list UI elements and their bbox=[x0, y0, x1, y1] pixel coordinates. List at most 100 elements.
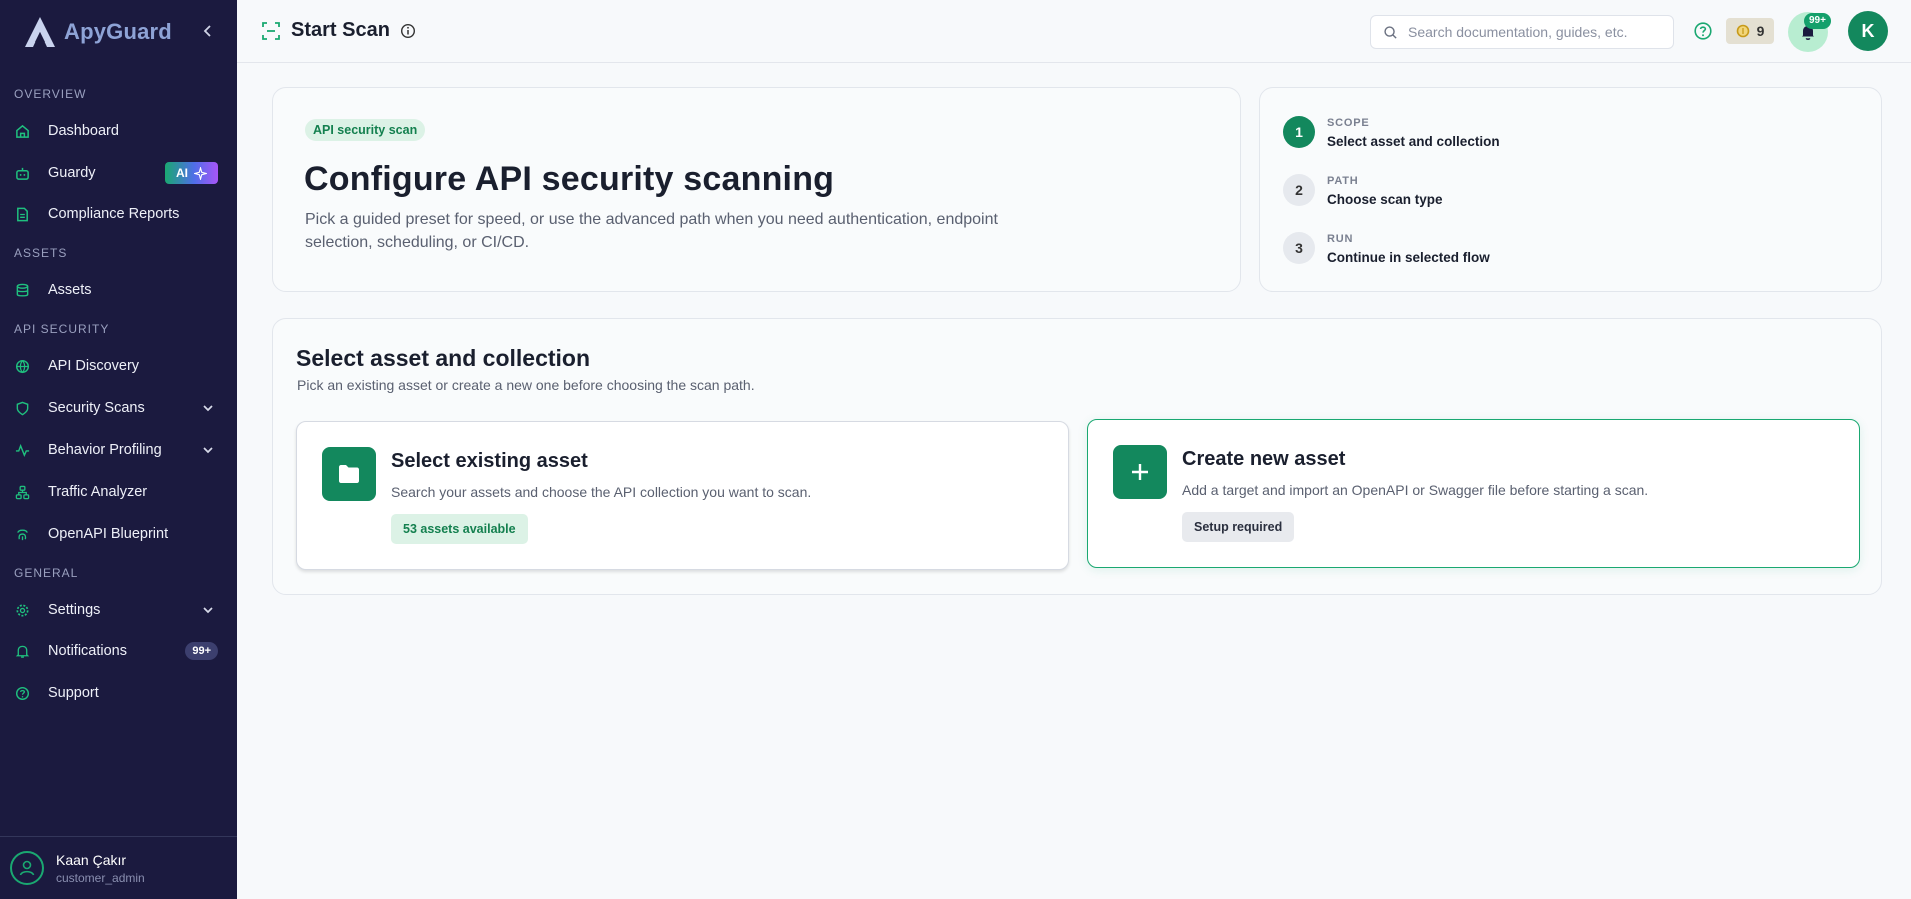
sidebar-item-assets[interactable]: Assets bbox=[0, 272, 237, 308]
topbar: Start Scan 9 99+ K bbox=[237, 0, 1911, 63]
scope-title: Select asset and collection bbox=[296, 345, 591, 371]
sidebar-item-label: Settings bbox=[48, 602, 101, 618]
user-name: Kaan Çakır bbox=[56, 851, 127, 868]
search-input[interactable] bbox=[1408, 24, 1653, 40]
setup-required-chip: Setup required bbox=[1182, 512, 1295, 542]
option-description: Search your assets and choose the API co… bbox=[391, 484, 812, 500]
sidebar-item-support[interactable]: Support bbox=[0, 675, 237, 711]
chevron-down-icon bbox=[203, 607, 213, 614]
chevron-down-icon bbox=[203, 447, 213, 454]
scan-type-pill: API security scan bbox=[305, 119, 426, 141]
notifications-count-badge: 99+ bbox=[185, 642, 218, 660]
step-run: 3 RUN Continue in selected flow bbox=[1283, 232, 1490, 265]
sidebar-item-openapi-blueprint[interactable]: OpenAPI Blueprint bbox=[0, 516, 237, 552]
sidebar-item-label: Guardy bbox=[48, 165, 96, 181]
search-box bbox=[1370, 15, 1674, 49]
sidebar-item-guardy[interactable]: Guardy AI bbox=[0, 155, 237, 191]
sidebar-item-dashboard[interactable]: Dashboard bbox=[0, 113, 237, 149]
section-api-security: API SECURITY bbox=[14, 322, 110, 336]
step-scope: 1 SCOPE Select asset and collection bbox=[1283, 116, 1500, 149]
scope-description: Pick an existing asset or create a new o… bbox=[297, 377, 755, 393]
ai-badge-label: AI bbox=[176, 166, 188, 180]
option-title: Select existing asset bbox=[391, 450, 588, 472]
avatar bbox=[10, 851, 44, 885]
select-existing-asset-option[interactable]: Select existing asset Search your assets… bbox=[296, 421, 1069, 570]
brand-name: ApyGuard bbox=[64, 18, 172, 44]
step-kicker: SCOPE bbox=[1327, 117, 1370, 129]
collapse-sidebar-button[interactable] bbox=[198, 20, 218, 42]
sidebar-item-traffic-analyzer[interactable]: Traffic Analyzer bbox=[0, 474, 237, 510]
sidebar: ApyGuard OVERVIEW Dashboard Guardy AI Co… bbox=[0, 0, 237, 899]
coin-icon bbox=[1736, 24, 1749, 38]
database-icon bbox=[14, 282, 30, 298]
sidebar-item-label: Behavior Profiling bbox=[48, 442, 162, 458]
chevron-left-icon bbox=[203, 25, 211, 37]
sidebar-item-label: Compliance Reports bbox=[48, 206, 180, 222]
sidebar-item-api-discovery[interactable]: API Discovery bbox=[0, 348, 237, 384]
hero-description: Pick a guided preset for speed, or use t… bbox=[305, 211, 998, 251]
sidebar-item-label: Support bbox=[48, 685, 99, 701]
plus-icon bbox=[1113, 445, 1167, 499]
sparkle-icon bbox=[194, 166, 207, 180]
avatar[interactable]: K bbox=[1848, 11, 1888, 51]
option-description: Add a target and import an OpenAPI or Sw… bbox=[1182, 482, 1649, 498]
info-icon[interactable] bbox=[400, 23, 416, 39]
assets-available-chip: 53 assets available bbox=[391, 514, 528, 544]
credits-chip[interactable]: 9 bbox=[1726, 18, 1774, 44]
create-new-asset-option[interactable]: Create new asset Add a target and import… bbox=[1087, 419, 1860, 568]
sidebar-item-behavior-profiling[interactable]: Behavior Profiling bbox=[0, 432, 237, 468]
shield-icon bbox=[14, 400, 30, 416]
bell-icon bbox=[14, 643, 30, 659]
steps-card: 1 SCOPE Select asset and collection 2 PA… bbox=[1259, 87, 1882, 292]
help-circle-icon bbox=[14, 685, 30, 701]
file-text-icon bbox=[14, 206, 30, 222]
brand-logo[interactable]: ApyGuard bbox=[22, 15, 172, 49]
sidebar-item-label: Dashboard bbox=[48, 123, 119, 139]
step-number: 3 bbox=[1283, 232, 1315, 264]
home-icon bbox=[14, 123, 30, 139]
step-title: Choose scan type bbox=[1327, 192, 1443, 207]
sidebar-item-label: OpenAPI Blueprint bbox=[48, 526, 169, 542]
sidebar-item-settings[interactable]: Settings bbox=[0, 592, 237, 628]
gear-icon bbox=[14, 602, 30, 618]
help-icon[interactable] bbox=[1693, 21, 1713, 41]
hero-card: API security scan Configure API security… bbox=[272, 87, 1241, 292]
bot-icon bbox=[14, 165, 30, 181]
section-overview: OVERVIEW bbox=[14, 87, 87, 101]
sidebar-item-notifications[interactable]: Notifications 99+ bbox=[0, 633, 237, 669]
network-icon bbox=[14, 484, 30, 500]
user-icon bbox=[19, 860, 35, 876]
notifications-badge: 99+ bbox=[1804, 13, 1831, 29]
fingerprint-icon bbox=[14, 526, 30, 542]
section-general: GENERAL bbox=[14, 566, 79, 580]
sidebar-item-label: Traffic Analyzer bbox=[48, 484, 148, 500]
apyguard-logo-icon bbox=[25, 16, 55, 47]
ai-badge: AI bbox=[165, 162, 218, 184]
page-title: Start Scan bbox=[291, 19, 390, 41]
sidebar-item-label: Notifications bbox=[48, 643, 127, 659]
sidebar-item-label: API Discovery bbox=[48, 358, 140, 374]
option-title: Create new asset bbox=[1182, 448, 1346, 470]
credits-count: 9 bbox=[1756, 23, 1765, 39]
sidebar-user-profile[interactable]: Kaan Çakır customer_admin bbox=[0, 836, 237, 899]
user-role: customer_admin bbox=[56, 870, 145, 885]
section-assets: ASSETS bbox=[14, 246, 68, 260]
sidebar-item-label: Security Scans bbox=[48, 400, 145, 416]
sidebar-item-security-scans[interactable]: Security Scans bbox=[0, 390, 237, 426]
scan-icon bbox=[262, 21, 280, 40]
step-kicker: RUN bbox=[1327, 233, 1354, 245]
sidebar-item-label: Assets bbox=[48, 282, 92, 298]
globe-icon bbox=[14, 358, 30, 374]
step-kicker: PATH bbox=[1327, 175, 1359, 187]
step-number: 1 bbox=[1283, 116, 1315, 148]
hero-title: Configure API security scanning bbox=[304, 160, 835, 198]
step-path: 2 PATH Choose scan type bbox=[1283, 174, 1443, 207]
step-title: Continue in selected flow bbox=[1327, 250, 1490, 265]
folder-icon bbox=[322, 447, 376, 501]
sidebar-item-compliance-reports[interactable]: Compliance Reports bbox=[0, 196, 237, 232]
page-title-group: Start Scan bbox=[261, 19, 416, 42]
search-icon bbox=[1384, 25, 1397, 39]
step-number: 2 bbox=[1283, 174, 1315, 206]
scope-card: Select asset and collection Pick an exis… bbox=[272, 318, 1882, 595]
step-title: Select asset and collection bbox=[1327, 134, 1500, 149]
